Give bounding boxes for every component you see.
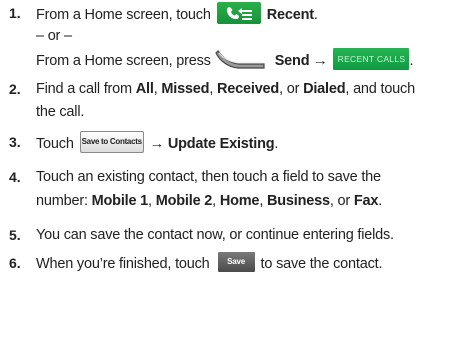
step-2-line-2: the call. [36,104,85,120]
home-label: Home [219,193,260,209]
step-text: Touch [36,135,74,152]
step-number: 1. [9,5,21,21]
step-number: 4. [9,169,21,185]
dialed-tab-label: Dialed [303,81,346,97]
step-text: From a Home screen, press [36,52,211,69]
step-5-line: You can save the contact now, or continu… [36,227,394,243]
step-1-line-1: From a Home screen, touch Recent. [36,2,318,26]
step-text-end: . [409,52,414,69]
send-label: Send → [274,52,328,69]
business-label: Business [266,193,330,209]
recent-calls-button: RECENT CALLS [333,48,410,70]
separator: , [209,81,217,97]
send-key-icon [214,48,267,70]
fax-label: Fax [353,193,379,209]
mobile-1-label: Mobile 1 [91,193,149,209]
step-text-end: . [274,135,279,152]
step-6-line: When you’re finished, touch Save to save t… [36,252,383,274]
step-text: Find a call from [36,81,136,97]
step-1-line-3: From a Home screen, press Send → RECENT C… [36,48,414,72]
step-text: number: [36,193,92,209]
step-text-end: , and touch [345,81,415,97]
or-separator: – or – [36,28,72,44]
step-text: From a Home screen, touch [36,6,211,23]
step-4-line-1: Touch an existing contact, then touch a … [36,169,381,185]
separator: , [212,193,220,209]
instructions-page: 1. From a Home screen, touch Recent. – o… [0,0,471,338]
step-text: When you’re finished, touch [36,255,210,272]
step-4-line-2: number: Mobile 1, Mobile 2, Home, Busine… [36,192,382,210]
received-tab-label: Received [217,81,280,97]
missed-tab-label: Missed [161,81,210,97]
step-number: 6. [9,255,21,271]
step-number: 2. [9,81,21,97]
recent-label: Recent [266,6,314,23]
separator: , or [329,193,354,209]
save-to-contacts-button: Save to Contacts [79,131,144,153]
update-existing-label: → Update Existing [149,135,275,152]
save-button: Save [217,252,255,272]
recent-calls-icon [216,2,261,24]
separator: , [259,193,267,209]
step-text-end: to save the contact. [260,255,383,272]
step-text-end: . [313,6,318,23]
step-3-line: Touch Save to Contacts → Update Existing. [36,131,279,155]
all-tab-label: All [135,81,154,97]
separator: , or [279,81,304,97]
step-text-end: . [378,193,383,209]
step-2-line-1: Find a call from All, Missed, Received, … [36,80,415,98]
separator: , [148,193,156,209]
step-number: 3. [9,134,21,150]
mobile-2-label: Mobile 2 [155,193,213,209]
step-number: 5. [9,227,21,243]
